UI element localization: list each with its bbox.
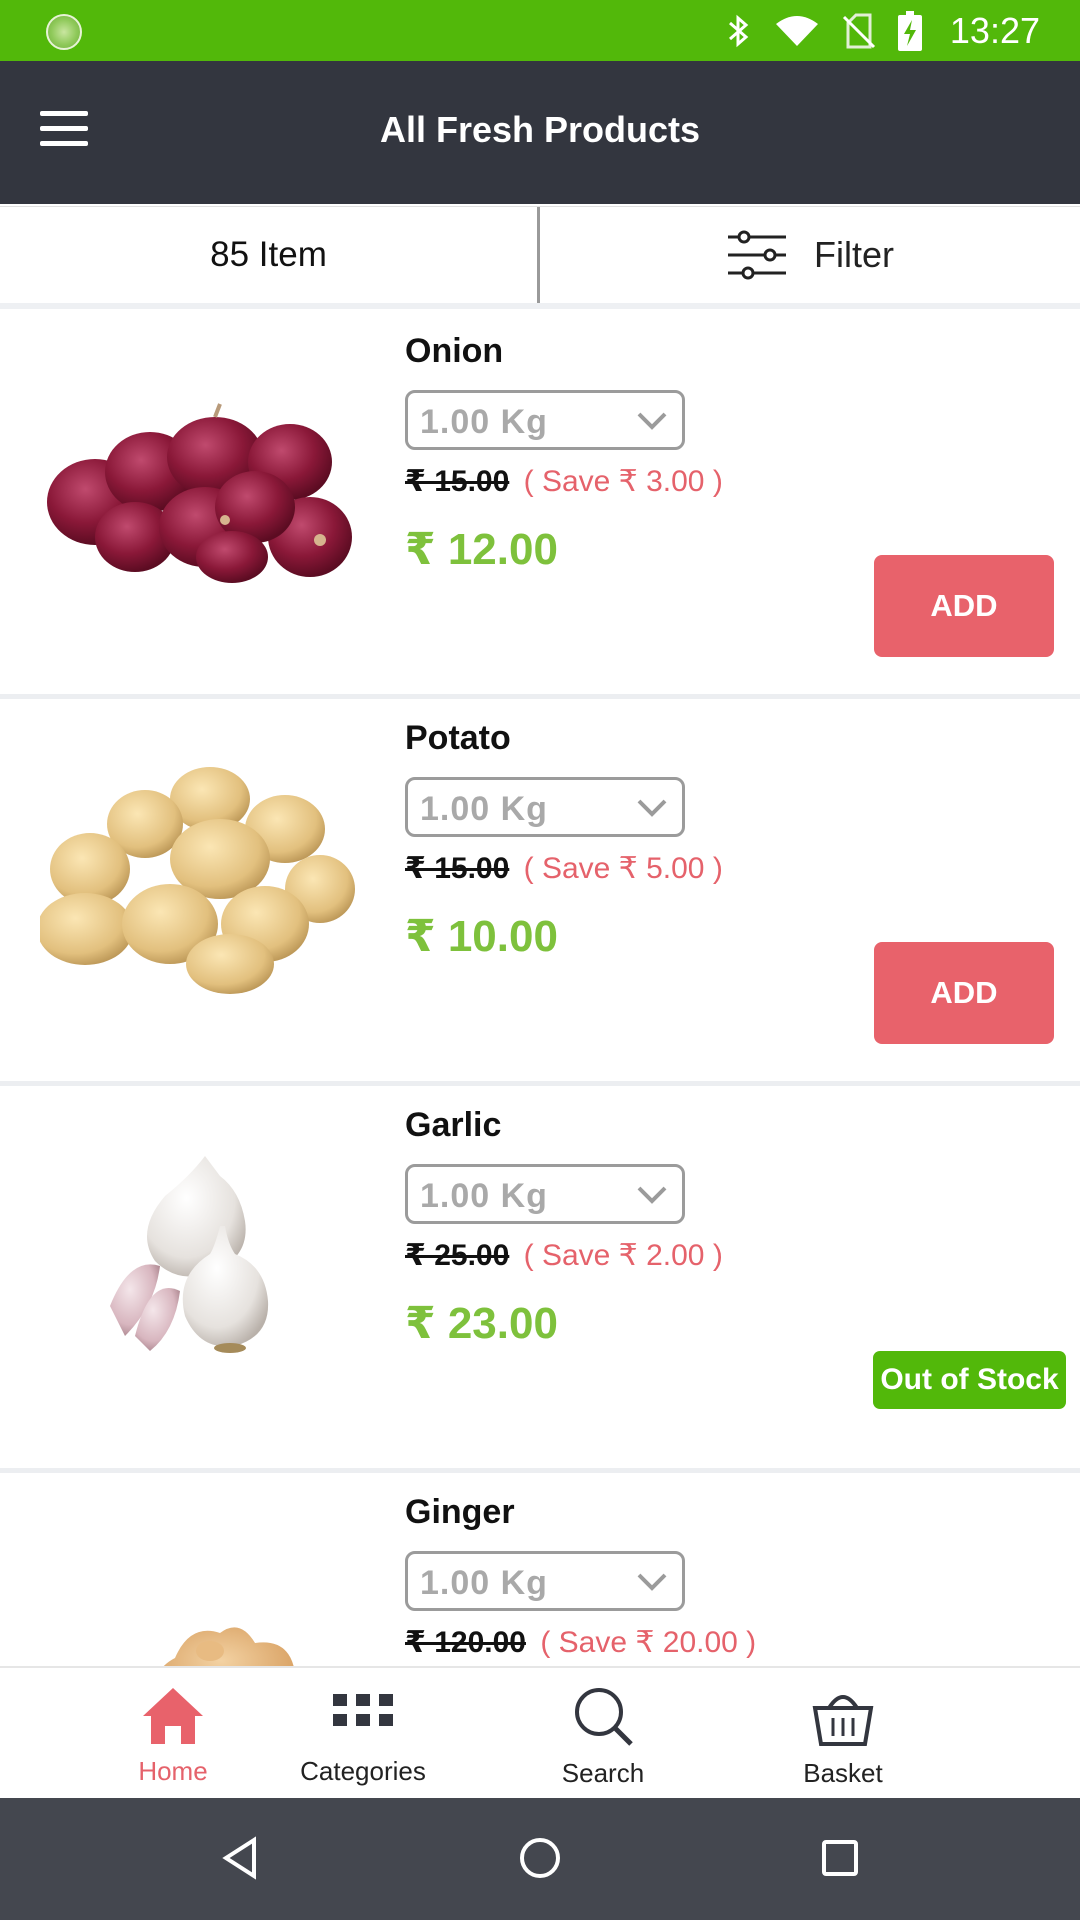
- price-details: ₹ 15.00 ( Save ₹ 3.00 ): [405, 464, 723, 499]
- nav-label: Basket: [803, 1758, 883, 1788]
- nav-basket[interactable]: Basket: [723, 1668, 963, 1798]
- price-details: ₹ 120.00 ( Save ₹ 20.00 ): [405, 1625, 756, 1660]
- item-count: 85 Item: [0, 207, 540, 303]
- mrp-price: ₹ 15.00: [405, 852, 510, 885]
- home-icon: [143, 1688, 203, 1744]
- bottom-navigation: Home Categories Search Basket: [0, 1666, 1080, 1798]
- status-icons: 13:27: [726, 0, 1040, 61]
- savings-text: ( Save ₹ 20.00 ): [540, 1626, 757, 1659]
- selling-price: ₹ 10.00: [405, 912, 558, 961]
- quantity-value: 1.00 Kg: [420, 403, 548, 441]
- mrp-price: ₹ 25.00: [405, 1239, 510, 1272]
- savings-text: ( Save ₹ 2.00 ): [523, 1239, 723, 1272]
- quantity-dropdown[interactable]: 1.00 Kg: [405, 390, 685, 450]
- nav-label: Home: [138, 1756, 208, 1786]
- selling-price: ₹ 23.00: [405, 1299, 558, 1348]
- quantity-dropdown[interactable]: 1.00 Kg: [405, 777, 685, 837]
- ginger-image: [163, 1627, 294, 1666]
- price-details: ₹ 15.00 ( Save ₹ 5.00 ): [405, 851, 723, 886]
- basket-icon: [812, 1695, 874, 1746]
- product-card: Ginger 1.00 Kg ₹ 120.00 ( Save ₹ 20.00 ): [0, 1473, 1080, 1666]
- mrp-price: ₹ 15.00: [405, 465, 510, 498]
- product-name: Potato: [405, 719, 511, 757]
- product-name: Garlic: [405, 1106, 502, 1144]
- system-navigation-bar: [0, 1798, 1080, 1920]
- chevron-down-icon: [637, 1573, 667, 1591]
- savings-text: ( Save ₹ 5.00 ): [523, 852, 723, 885]
- product-card: Onion 1.00 Kg ₹ 15.00 ( Save ₹ 3.00 ) ₹ …: [0, 312, 1080, 699]
- status-bar: 13:27: [0, 0, 1080, 61]
- selling-price: ₹ 12.00: [405, 525, 558, 574]
- product-card: Garlic 1.00 Kg ₹ 25.00 ( Save ₹ 2.00 ) ₹…: [0, 1086, 1080, 1473]
- app-notification-icon: [46, 14, 82, 50]
- nav-search[interactable]: Search: [483, 1668, 723, 1798]
- quantity-dropdown[interactable]: 1.00 Kg: [405, 1551, 685, 1611]
- app-bar: All Fresh Products: [0, 61, 1080, 204]
- battery-charging-icon: [897, 10, 922, 51]
- nav-home[interactable]: Home: [123, 1668, 223, 1798]
- quantity-value: 1.00 Kg: [420, 790, 548, 828]
- chevron-down-icon: [637, 412, 667, 430]
- quantity-value: 1.00 Kg: [420, 1564, 548, 1602]
- bluetooth-icon: [728, 14, 749, 47]
- filter-button[interactable]: Filter: [540, 207, 1080, 303]
- nav-label: Search: [561, 1758, 645, 1788]
- chevron-down-icon: [637, 1186, 667, 1204]
- status-time: 13:27: [949, 9, 1040, 51]
- sliders-icon: [728, 230, 786, 280]
- add-to-cart-button[interactable]: ADD: [874, 942, 1054, 1044]
- product-name: Onion: [405, 332, 504, 370]
- product-list[interactable]: Onion 1.00 Kg ₹ 15.00 ( Save ₹ 3.00 ) ₹ …: [0, 312, 1080, 1666]
- grid-icon: [333, 1694, 393, 1726]
- nav-categories[interactable]: Categories: [243, 1668, 483, 1798]
- home-circle-icon[interactable]: [518, 1836, 562, 1880]
- page-title: All Fresh Products: [379, 109, 701, 150]
- savings-text: ( Save ₹ 3.00 ): [523, 465, 723, 498]
- filter-label: Filter: [814, 234, 894, 275]
- quantity-dropdown[interactable]: 1.00 Kg: [405, 1164, 685, 1224]
- wifi-icon: [775, 15, 818, 46]
- garlic-image: [110, 1156, 269, 1353]
- no-sim-icon: [842, 13, 875, 48]
- list-toolbar: 85 Item Filter: [0, 206, 1080, 309]
- product-name: Ginger: [405, 1493, 515, 1531]
- onion-image: [47, 403, 352, 583]
- add-to-cart-button[interactable]: ADD: [874, 555, 1054, 657]
- price-details: ₹ 25.00 ( Save ₹ 2.00 ): [405, 1238, 723, 1273]
- chevron-down-icon: [637, 799, 667, 817]
- recents-icon[interactable]: [820, 1836, 860, 1880]
- back-icon[interactable]: [220, 1836, 260, 1880]
- nav-label: Categories: [300, 1756, 426, 1786]
- mrp-price: ₹ 120.00: [405, 1626, 526, 1659]
- quantity-value: 1.00 Kg: [420, 1177, 548, 1215]
- search-icon: [575, 1688, 633, 1746]
- product-card: Potato 1.00 Kg ₹ 15.00 ( Save ₹ 5.00 ) ₹…: [0, 699, 1080, 1086]
- out-of-stock-badge: Out of Stock: [873, 1351, 1066, 1409]
- potato-image: [40, 767, 355, 994]
